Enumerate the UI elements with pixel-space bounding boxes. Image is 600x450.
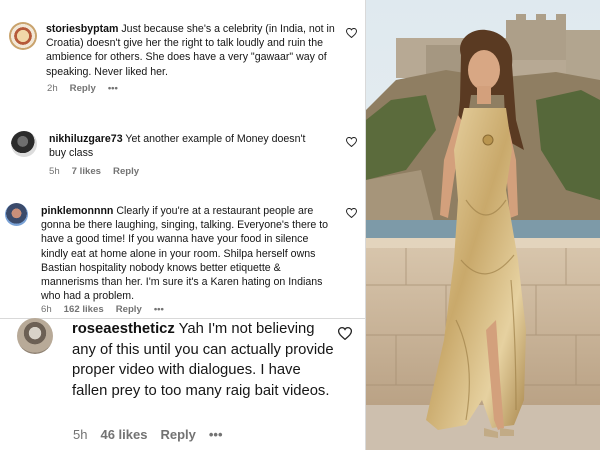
photo-illustration	[366, 0, 600, 450]
comment-list: storiesbyptam Just because she's a celeb…	[0, 0, 366, 450]
heart-icon[interactable]	[346, 28, 357, 38]
comment-username[interactable]: pinklemonnnn	[41, 205, 113, 217]
comment-meta: 5h 7 likes Reply	[49, 166, 139, 177]
more-options-button[interactable]: •••	[209, 427, 223, 442]
comment-item: pinklemonnnn Clearly if you're at a rest…	[0, 195, 366, 318]
reply-button[interactable]: Reply	[113, 166, 139, 177]
likes-count[interactable]: 162 likes	[64, 304, 104, 315]
avatar[interactable]	[11, 131, 37, 157]
comment-username[interactable]: roseaestheticz	[72, 321, 175, 337]
comment-username[interactable]: nikhiluzgare73	[49, 133, 123, 145]
comment-time: 6h	[41, 304, 52, 315]
comment-text: pinklemonnnn Clearly if you're at a rest…	[41, 204, 333, 303]
comment-item: roseaestheticz Yah I'm not believing any…	[0, 318, 366, 450]
comment-time: 5h	[73, 427, 88, 442]
comment-text: roseaestheticz Yah I'm not believing any…	[72, 319, 334, 401]
heart-icon[interactable]	[346, 208, 357, 218]
comment-time: 5h	[49, 166, 60, 177]
avatar[interactable]	[5, 203, 28, 226]
comment-username[interactable]: storiesbyptam	[46, 23, 118, 35]
reply-button[interactable]: Reply	[70, 83, 96, 94]
celebrity-photo	[366, 0, 600, 450]
comment-meta: 6h 162 likes Reply •••	[41, 304, 164, 315]
comment-meta: 2h Reply •••	[47, 83, 118, 94]
comment-text: nikhiluzgare73 Yet another example of Mo…	[49, 132, 309, 160]
avatar[interactable]	[9, 22, 37, 50]
likes-count[interactable]: 7 likes	[72, 166, 101, 177]
more-options-button[interactable]: •••	[154, 304, 164, 315]
comment-time: 2h	[47, 83, 58, 94]
comment-body: Clearly if you're at a restaurant people…	[41, 205, 329, 303]
heart-icon[interactable]	[346, 137, 357, 147]
comment-item: storiesbyptam Just because she's a celeb…	[0, 0, 366, 110]
reply-button[interactable]: Reply	[116, 304, 142, 315]
likes-count[interactable]: 46 likes	[100, 427, 147, 442]
heart-icon[interactable]	[338, 327, 352, 340]
comment-meta: 5h 46 likes Reply •••	[73, 427, 223, 442]
comment-item: nikhiluzgare73 Yet another example of Mo…	[0, 120, 366, 182]
avatar[interactable]	[17, 318, 53, 354]
reply-button[interactable]: Reply	[160, 427, 195, 442]
more-options-button[interactable]: •••	[108, 83, 118, 94]
comment-text: storiesbyptam Just because she's a celeb…	[46, 22, 336, 79]
